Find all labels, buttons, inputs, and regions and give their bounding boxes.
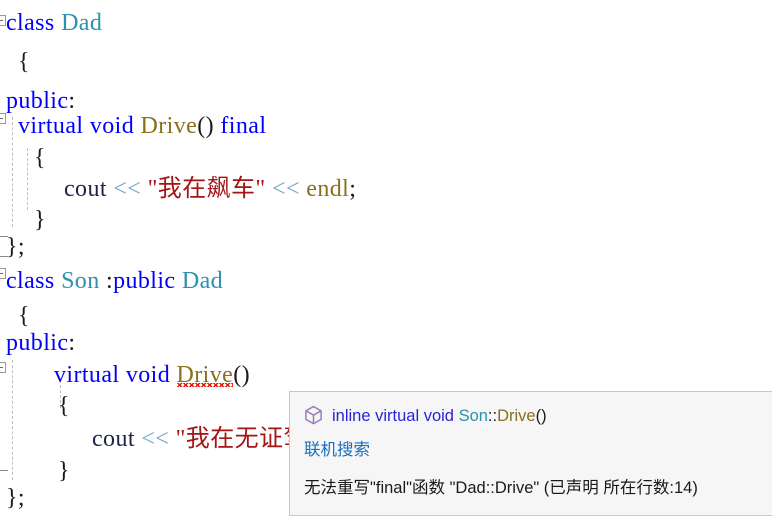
code-token: final	[220, 113, 267, 139]
code-token: ;	[349, 176, 357, 202]
code-token: cout	[64, 176, 107, 202]
code-line[interactable]: {	[0, 43, 772, 82]
code-token: <<	[113, 176, 142, 202]
code-token: };	[6, 485, 25, 511]
code-line[interactable]: class Son :public Dad	[0, 262, 772, 301]
code-token: Dad	[61, 10, 103, 36]
cube-icon	[304, 405, 323, 425]
tooltip-signature-parens: ()	[535, 407, 547, 425]
code-token: virtual	[18, 113, 84, 139]
code-token: virtual	[54, 362, 120, 388]
code-token: public	[6, 330, 69, 356]
code-editor-surface[interactable]: class Dad{public: virtual void Drive() fi…	[0, 0, 772, 516]
tooltip-signature-separator: ::	[487, 407, 498, 425]
tooltip-signature: inline virtual void Son::Drive()	[304, 404, 547, 428]
code-token: Dad	[181, 268, 224, 294]
error-token: Drive	[176, 362, 234, 388]
tooltip-signature-modifiers: inline virtual void	[332, 407, 459, 425]
tooltip-signature-method: Drive	[497, 407, 536, 425]
code-token: class	[6, 10, 62, 36]
code-token: :	[68, 330, 76, 356]
code-token: :	[99, 268, 114, 294]
code-token: ()	[233, 362, 250, 388]
code-line[interactable]: class Dad	[0, 4, 772, 43]
code-token: Son	[61, 268, 100, 294]
code-token: public	[113, 268, 176, 294]
code-token: void	[89, 113, 135, 139]
code-token: <<	[141, 426, 170, 452]
code-token: {	[58, 393, 70, 419]
code-token: ()	[197, 113, 214, 139]
code-token: {	[34, 145, 46, 171]
code-token: <<	[272, 176, 300, 202]
tooltip-signature-class: Son	[458, 407, 488, 425]
code-token: Drive	[140, 113, 198, 139]
tooltip-error-message: 无法重写"final"函数 "Dad::Drive" (已声明 所在行数:14)	[304, 479, 698, 497]
quick-info-tooltip: inline virtual void Son::Drive() 联机搜索 无法…	[289, 391, 772, 516]
code-token: };	[6, 234, 25, 260]
code-token: "我在飙车"	[147, 176, 266, 202]
code-token: class	[6, 268, 62, 294]
code-token: endl	[306, 176, 350, 202]
code-token: cout	[92, 426, 135, 452]
online-search-link[interactable]: 联机搜索	[304, 436, 370, 460]
code-token: void	[125, 362, 171, 388]
code-token: {	[18, 49, 30, 75]
